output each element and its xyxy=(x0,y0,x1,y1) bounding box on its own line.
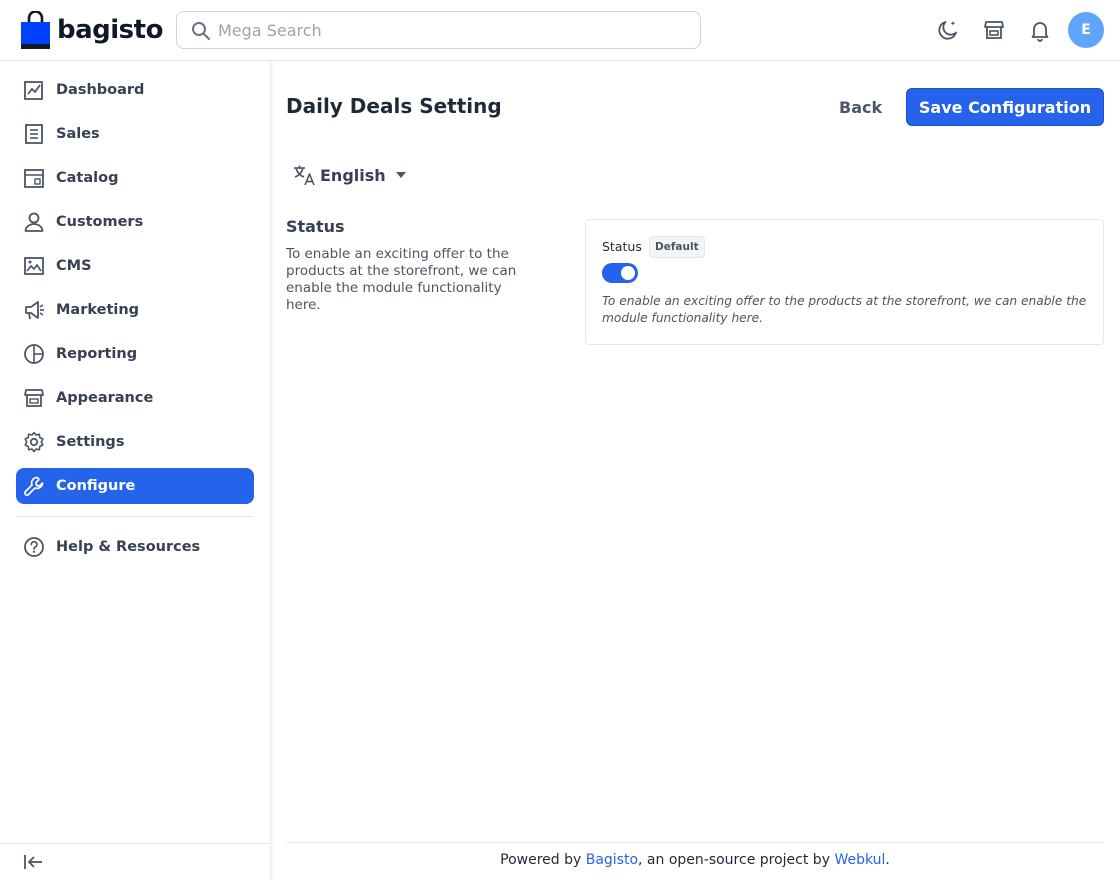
customers-icon xyxy=(22,210,46,234)
footer-middle: , an open-source project by xyxy=(638,852,835,868)
wrench-icon xyxy=(22,474,46,498)
sidebar-item-marketing[interactable]: Marketing xyxy=(16,292,254,328)
top-header: bagisto E xyxy=(0,0,1120,61)
sidebar: Dashboard Sales Catalog Customers CMS Ma… xyxy=(0,61,271,880)
status-field-card: Status Default To enable an exciting off… xyxy=(585,219,1104,345)
user-avatar[interactable]: E xyxy=(1068,12,1104,48)
sidebar-item-help[interactable]: Help & Resources xyxy=(16,529,254,565)
sidebar-item-dashboard[interactable]: Dashboard xyxy=(16,72,254,108)
sidebar-item-label: Help & Resources xyxy=(56,539,201,555)
toggle-knob xyxy=(621,266,635,280)
sales-icon xyxy=(22,122,46,146)
sidebar-item-configure[interactable]: Configure xyxy=(16,468,254,504)
sidebar-item-label: Marketing xyxy=(56,302,140,318)
footer-suffix: . xyxy=(885,852,890,868)
status-field-label: Status xyxy=(602,239,642,254)
sidebar-item-appearance[interactable]: Appearance xyxy=(16,380,254,416)
store-icon xyxy=(984,21,1004,39)
sidebar-item-label: Customers xyxy=(56,214,144,230)
bell-icon xyxy=(1031,22,1049,42)
bagisto-link[interactable]: Bagisto xyxy=(586,852,638,868)
search-icon xyxy=(192,22,210,40)
caret-down-icon xyxy=(395,172,406,178)
dark-mode-toggle[interactable] xyxy=(935,17,961,43)
footer-prefix: Powered by xyxy=(500,852,586,868)
bagisto-logo[interactable]: bagisto xyxy=(21,11,163,49)
sidebar-item-label: Dashboard xyxy=(56,82,145,98)
webkul-link[interactable]: Webkul xyxy=(834,852,885,868)
moon-icon xyxy=(938,21,957,40)
default-scope-badge: Default xyxy=(649,236,705,258)
status-toggle[interactable] xyxy=(602,263,638,283)
gear-icon xyxy=(22,430,46,454)
section-title: Status xyxy=(286,217,345,236)
megaphone-icon xyxy=(22,298,46,322)
mega-search[interactable] xyxy=(176,11,701,49)
locale-label: English xyxy=(320,165,386,185)
help-circle-icon xyxy=(22,535,46,559)
footer: Powered by Bagisto, an open-source proje… xyxy=(286,852,1104,868)
pie-chart-icon xyxy=(22,342,46,366)
dashboard-icon xyxy=(22,78,46,102)
search-input[interactable] xyxy=(218,20,678,40)
collapse-sidebar-button[interactable] xyxy=(22,852,46,872)
sidebar-item-label: CMS xyxy=(56,258,92,274)
sidebar-divider xyxy=(16,516,254,517)
locale-switcher[interactable]: English xyxy=(292,162,406,188)
cms-icon xyxy=(22,254,46,278)
sidebar-item-label: Settings xyxy=(56,434,125,450)
page-title: Daily Deals Setting xyxy=(286,94,502,118)
shopping-bag-logo-icon xyxy=(21,11,50,49)
catalog-icon xyxy=(22,166,46,190)
translate-icon xyxy=(294,165,315,186)
sidebar-item-customers[interactable]: Customers xyxy=(16,204,254,240)
sidebar-item-label: Configure xyxy=(56,478,136,494)
save-configuration-button[interactable]: Save Configuration xyxy=(906,88,1104,126)
collapse-left-icon xyxy=(24,855,42,869)
storefront-link[interactable] xyxy=(981,17,1007,43)
sidebar-item-cms[interactable]: CMS xyxy=(16,248,254,284)
footer-divider xyxy=(286,842,1104,843)
sidebar-footer-divider xyxy=(0,843,270,844)
sidebar-item-sales[interactable]: Sales xyxy=(16,116,254,152)
logo-text: bagisto xyxy=(57,15,163,45)
sidebar-item-catalog[interactable]: Catalog xyxy=(16,160,254,196)
sidebar-item-reporting[interactable]: Reporting xyxy=(16,336,254,372)
store-icon xyxy=(22,386,46,410)
sidebar-item-label: Reporting xyxy=(56,346,138,362)
sidebar-item-label: Sales xyxy=(56,126,100,142)
section-description: To enable an exciting offer to the produ… xyxy=(286,246,517,313)
sidebar-item-label: Appearance xyxy=(56,390,154,406)
notifications-button[interactable] xyxy=(1027,17,1053,43)
status-field-help: To enable an exciting offer to the produ… xyxy=(602,294,1087,325)
sidebar-item-label: Catalog xyxy=(56,170,119,186)
sidebar-item-settings[interactable]: Settings xyxy=(16,424,254,460)
back-button[interactable]: Back xyxy=(826,88,895,126)
